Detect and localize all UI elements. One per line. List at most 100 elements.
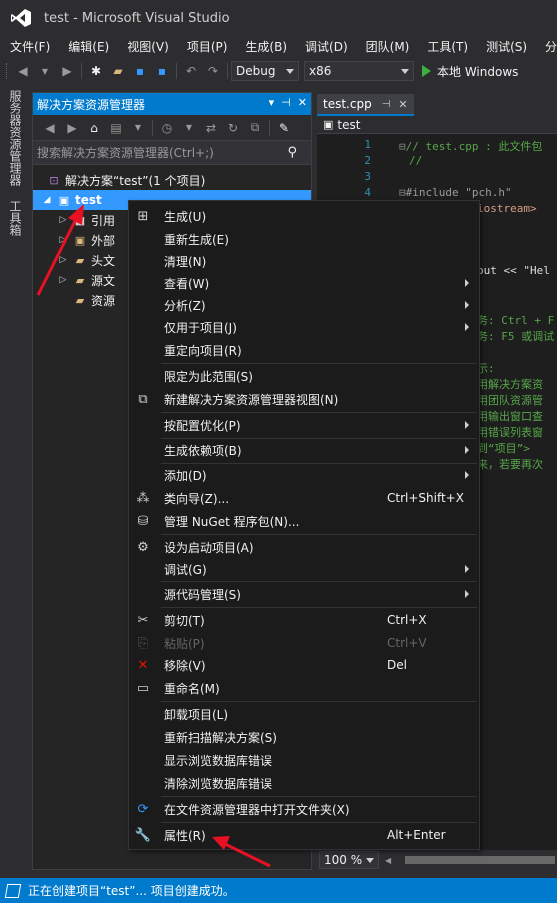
menu-build[interactable]: 生成(B) bbox=[236, 38, 296, 55]
folder-icon: ▰ bbox=[75, 253, 85, 267]
save-all-icon[interactable]: ▪ bbox=[153, 62, 171, 80]
close-icon[interactable]: ✕ bbox=[298, 96, 307, 109]
new-project-icon[interactable]: ✱ bbox=[87, 62, 105, 80]
undo-icon[interactable]: ↶ bbox=[182, 62, 200, 80]
collapsed-triangle-icon[interactable]: ▷ bbox=[57, 215, 69, 225]
chevron-down-icon[interactable]: ▼ bbox=[129, 119, 147, 137]
collapsed-triangle-icon[interactable]: ▷ bbox=[57, 255, 69, 265]
tree-node-label: 引用 bbox=[91, 213, 116, 228]
home-icon[interactable]: ⌂ bbox=[85, 119, 103, 137]
menu-item-manage-nuget[interactable]: ⛁ 管理 NuGet 程序包(N)... bbox=[129, 510, 479, 532]
menu-item-set-startup-project[interactable]: ⚙ 设为启动项目(A) bbox=[129, 536, 479, 558]
editor-bottom-bar: 100 % ◀ bbox=[317, 850, 557, 870]
pending-changes-icon[interactable]: ◷ bbox=[158, 119, 176, 137]
chevron-down-icon[interactable]: ▼ bbox=[180, 119, 198, 137]
configuration-dropdown[interactable]: Debug bbox=[231, 61, 299, 81]
menu-analyze[interactable]: 分 bbox=[536, 38, 557, 55]
scroll-left-icon[interactable]: ◀ bbox=[385, 856, 391, 865]
menu-item-debug[interactable]: 调试(G) bbox=[129, 558, 479, 580]
menu-item-label: 清除浏览数据库错误 bbox=[164, 776, 273, 791]
menu-item-rebuild[interactable]: 重新生成(E) bbox=[129, 228, 479, 250]
menu-test[interactable]: 测试(S) bbox=[477, 38, 536, 55]
close-icon[interactable]: ✕ bbox=[398, 98, 407, 111]
sync-icon[interactable]: ⇄ bbox=[202, 119, 220, 137]
forward-icon[interactable]: ▶ bbox=[58, 62, 76, 80]
refresh-icon[interactable]: ↻ bbox=[224, 119, 242, 137]
menu-item-remove[interactable]: ✕ 移除(V) Del bbox=[129, 654, 479, 676]
collapsed-triangle-icon[interactable]: ▷ bbox=[57, 235, 69, 245]
menu-project[interactable]: 项目(P) bbox=[178, 38, 237, 55]
menu-item-paste: ⎘ 粘贴(P) Ctrl+V bbox=[129, 632, 479, 654]
project-context-menu: ⊞ 生成(U) 重新生成(E) 清理(N) 查看(W) 分析(Z) 仅用于项目(… bbox=[128, 200, 480, 850]
menu-item-add[interactable]: 添加(D) bbox=[129, 464, 479, 486]
dropdown-chevron-icon[interactable]: ▼ bbox=[36, 62, 54, 80]
properties-wrench-icon[interactable]: ✎ bbox=[275, 119, 293, 137]
redo-icon[interactable]: ↷ bbox=[204, 62, 222, 80]
folder-icon: ▣ bbox=[74, 233, 86, 247]
menu-item-label: 生成(U) bbox=[164, 209, 207, 224]
server-explorer-tab[interactable]: 服务器资源管理器 bbox=[4, 90, 24, 186]
pin-icon[interactable]: ⊣ bbox=[382, 99, 391, 110]
play-icon bbox=[422, 65, 431, 77]
class-wizard-icon: ⁂ bbox=[136, 490, 150, 506]
menu-item-new-solution-explorer-view[interactable]: ⧉ 新建解决方案资源管理器视图(N) bbox=[129, 388, 479, 410]
menu-item-profile-guided-optimization[interactable]: 按配置优化(P) bbox=[129, 414, 479, 436]
platform-dropdown[interactable]: x86 bbox=[304, 61, 414, 81]
open-file-icon[interactable]: ▰ bbox=[109, 62, 127, 80]
line-number: 3 bbox=[364, 170, 371, 183]
toolbar-separator bbox=[227, 63, 228, 79]
menu-item-analyze[interactable]: 分析(Z) bbox=[129, 294, 479, 316]
zoom-dropdown[interactable]: 100 % bbox=[319, 851, 379, 869]
menu-item-label: 按配置优化(P) bbox=[164, 418, 241, 433]
menu-item-view[interactable]: 查看(W) bbox=[129, 272, 479, 294]
tab-test-cpp[interactable]: test.cpp ⊣ ✕ bbox=[317, 94, 414, 116]
menu-file[interactable]: 文件(F) bbox=[0, 38, 59, 55]
horizontal-scrollbar[interactable] bbox=[405, 856, 556, 864]
menu-view[interactable]: 视图(V) bbox=[118, 38, 178, 55]
menu-item-properties[interactable]: 🔧 属性(R) Alt+Enter bbox=[129, 824, 479, 846]
menu-item-show-browse-db-errors[interactable]: 显示浏览数据库错误 bbox=[129, 749, 479, 771]
menu-item-open-in-file-explorer[interactable]: ⟳ 在文件资源管理器中打开文件夹(X) bbox=[129, 798, 479, 820]
submenu-arrow-icon bbox=[465, 323, 469, 331]
menu-item-rescan-solution[interactable]: 重新扫描解决方案(S) bbox=[129, 726, 479, 748]
back-icon[interactable]: ◀ bbox=[14, 62, 32, 80]
menu-item-retarget-project[interactable]: 重定向项目(R) bbox=[129, 339, 479, 361]
visual-studio-logo-icon bbox=[10, 8, 32, 28]
menu-team[interactable]: 团队(M) bbox=[357, 38, 419, 55]
solution-explorer-search-input[interactable]: 搜索解决方案资源管理器(Ctrl+;) ⚲ bbox=[33, 141, 311, 165]
open-folder-icon: ⟳ bbox=[137, 801, 149, 817]
menu-item-label: 添加(D) bbox=[164, 468, 207, 483]
start-debugging-button[interactable]: 本地 Windows bbox=[422, 63, 518, 80]
editor-navigation-bar[interactable]: ▣ test bbox=[317, 116, 557, 134]
back-icon[interactable]: ◀ bbox=[41, 119, 59, 137]
menu-item-source-control[interactable]: 源代码管理(S) bbox=[129, 583, 479, 605]
menu-item-class-wizard[interactable]: ⁂ 类向导(Z)... Ctrl+Shift+X bbox=[129, 487, 479, 509]
menu-item-cut[interactable]: ✂ 剪切(T) Ctrl+X bbox=[129, 609, 479, 631]
expanded-triangle-icon[interactable]: ◢ bbox=[41, 195, 53, 205]
search-icon[interactable]: ⚲ bbox=[287, 145, 297, 160]
menu-separator bbox=[161, 796, 477, 797]
toolbox-tab[interactable]: 工具箱 bbox=[4, 200, 24, 236]
menu-item-scope-to-this[interactable]: 限定为此范围(S) bbox=[129, 365, 479, 387]
toolbar-separator bbox=[269, 119, 270, 136]
window-position-icon[interactable]: ▾ bbox=[269, 96, 275, 109]
menu-debug[interactable]: 调试(D) bbox=[296, 38, 357, 55]
menu-item-build-dependencies[interactable]: 生成依赖项(B) bbox=[129, 439, 479, 461]
forward-icon[interactable]: ▶ bbox=[63, 119, 81, 137]
save-icon[interactable]: ▪ bbox=[131, 62, 149, 80]
menu-tools[interactable]: 工具(T) bbox=[418, 38, 477, 55]
menu-item-rename[interactable]: ▭ 重命名(M) bbox=[129, 677, 479, 699]
collapsed-triangle-icon[interactable]: ▷ bbox=[57, 275, 69, 285]
collapse-all-icon[interactable]: ⧉ bbox=[246, 119, 264, 137]
pin-icon[interactable]: ⊣ bbox=[281, 96, 291, 109]
menu-edit[interactable]: 编辑(E) bbox=[59, 38, 118, 55]
solution-node[interactable]: ⊡ 解决方案“test”(1 个项目) bbox=[33, 170, 311, 190]
menu-separator bbox=[161, 412, 477, 413]
menu-item-project-only[interactable]: 仅用于项目(J) bbox=[129, 316, 479, 338]
menu-item-clear-browse-db-errors[interactable]: 清除浏览数据库错误 bbox=[129, 772, 479, 794]
code-text: 来，若要再次 bbox=[477, 458, 543, 471]
menu-item-unload-project[interactable]: 卸载项目(L) bbox=[129, 703, 479, 725]
switch-views-icon[interactable]: ▤ bbox=[107, 119, 125, 137]
menu-item-build[interactable]: ⊞ 生成(U) bbox=[129, 205, 479, 227]
menu-item-clean[interactable]: 清理(N) bbox=[129, 250, 479, 272]
